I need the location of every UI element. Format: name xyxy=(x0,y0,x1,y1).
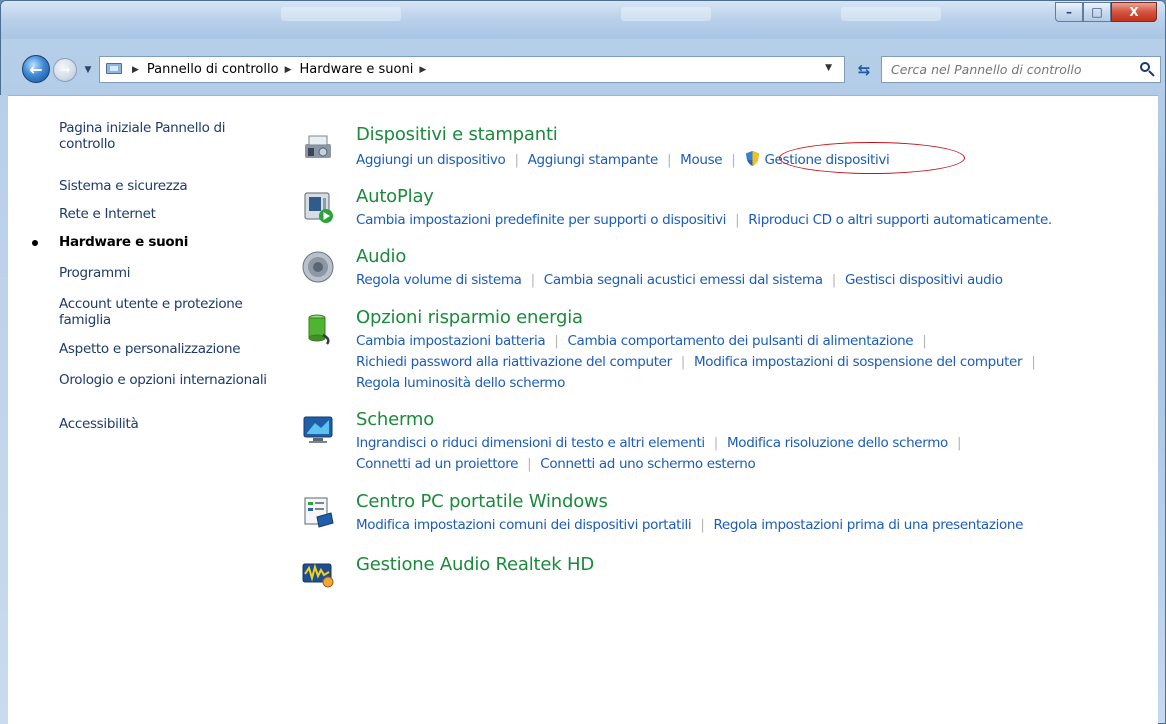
close-button[interactable]: X xyxy=(1111,2,1157,22)
breadcrumb-separator[interactable]: ▶ xyxy=(285,65,292,75)
group-title-audio[interactable]: Audio xyxy=(356,246,406,267)
group-title-devices[interactable]: Dispositivi e stampanti xyxy=(356,124,558,145)
back-arrow-icon: ← xyxy=(29,59,43,79)
link-separator: | xyxy=(713,435,719,451)
link-separator: | xyxy=(527,456,532,472)
link-separator: | xyxy=(831,272,837,288)
breadcrumb-control-panel[interactable]: Pannello di controllo xyxy=(147,62,279,77)
link-audio-devices[interactable]: Gestisci dispositivi audio xyxy=(845,272,1003,288)
link-separator: | xyxy=(666,152,672,168)
battery-icon xyxy=(308,314,330,345)
window-controls: – □ X xyxy=(1055,2,1157,22)
navigation-bar: ← → ▼ ▶ Pannello di controllo ▶ Hardware… xyxy=(1,53,1165,87)
main-panel: Dispositivi e stampanti Aggiungi un disp… xyxy=(283,96,1158,724)
link-separator: | xyxy=(530,272,536,288)
sidebar-item-programs[interactable]: Programmi xyxy=(59,265,269,281)
forward-button[interactable]: → xyxy=(53,58,77,82)
link-screen-brightness[interactable]: Regola luminosità dello schermo xyxy=(356,375,565,391)
link-line: Connetti ad un proiettore | Connetti ad un… xyxy=(356,456,756,472)
link-presentation-settings[interactable]: Regola impostazioni prima di una present… xyxy=(713,517,1023,533)
mobility-center-icon xyxy=(304,497,334,528)
group-title-power[interactable]: Opzioni risparmio energia xyxy=(356,307,583,328)
breadcrumb-hardware-sound[interactable]: Hardware e suoni xyxy=(299,62,413,77)
address-bar[interactable]: ▶ Pannello di controllo ▶ Hardware e suo… xyxy=(99,56,845,83)
search-box[interactable] xyxy=(881,56,1161,83)
highlight-circle xyxy=(779,142,965,174)
breadcrumb-separator[interactable]: ▶ xyxy=(419,65,426,75)
autoplay-icon xyxy=(304,192,333,223)
left-border xyxy=(0,95,8,724)
breadcrumb-separator[interactable]: ▶ xyxy=(132,65,139,75)
link-line: Regola luminosità dello schermo xyxy=(356,375,565,391)
link-power-buttons[interactable]: Cambia comportamento dei pulsanti di ali… xyxy=(567,333,913,349)
refresh-icon: ⇆ xyxy=(857,61,871,79)
sidebar-item-home[interactable]: Pagina iniziale Pannello di controllo xyxy=(59,120,269,152)
sidebar-item-accessibility[interactable]: Accessibilità xyxy=(59,416,269,432)
sidebar-item-system-security[interactable]: Sistema e sicurezza xyxy=(59,178,269,194)
link-screen-resolution[interactable]: Modifica risoluzione dello schermo xyxy=(727,435,948,451)
link-separator: | xyxy=(1031,354,1036,370)
control-panel-icon xyxy=(106,62,126,78)
uac-shield-icon xyxy=(746,151,760,166)
link-line: Ingrandisci o riduci dimensioni di testo… xyxy=(356,435,970,451)
link-autoplay-cd[interactable]: Riproduci CD o altri supporti automatica… xyxy=(748,212,1052,228)
display-icon xyxy=(303,416,333,443)
recent-pages-dropdown[interactable]: ▼ xyxy=(81,61,95,79)
title-bar-reflection xyxy=(841,7,941,21)
link-sleep-settings[interactable]: Modifica impostazioni di sospensione del… xyxy=(694,354,1023,370)
sidebar-item-appearance[interactable]: Aspetto e personalizzazione xyxy=(59,341,269,357)
link-separator: | xyxy=(514,152,519,168)
link-separator: | xyxy=(922,333,927,349)
link-add-printer[interactable]: Aggiungi stampante xyxy=(528,152,659,168)
back-button[interactable]: ← xyxy=(22,55,50,83)
speaker-icon xyxy=(302,251,334,283)
link-add-device[interactable]: Aggiungi un dispositivo xyxy=(356,152,506,168)
content-pane: Pagina iniziale Pannello di controllo Si… xyxy=(8,95,1158,724)
sidebar: Pagina iniziale Pannello di controllo Si… xyxy=(8,96,278,724)
active-bullet-icon xyxy=(32,240,38,246)
sidebar-item-clock-region[interactable]: Orologio e opzioni internazionali xyxy=(59,372,269,388)
title-bar-reflection xyxy=(281,7,401,21)
minimize-button[interactable]: – xyxy=(1055,2,1083,22)
title-bar[interactable]: – □ X xyxy=(1,1,1165,39)
link-separator: | xyxy=(554,333,559,349)
link-system-volume[interactable]: Regola volume di sistema xyxy=(356,272,522,288)
link-line: Cambia impostazioni predefinite per supp… xyxy=(356,212,1052,228)
sidebar-item-network[interactable]: Rete e Internet xyxy=(59,206,269,222)
group-title-autoplay[interactable]: AutoPlay xyxy=(356,186,434,207)
link-mouse[interactable]: Mouse xyxy=(680,152,722,168)
group-title-display[interactable]: Schermo xyxy=(356,409,434,430)
realtek-audio-icon xyxy=(302,563,334,588)
title-bar-reflection xyxy=(621,7,711,21)
refresh-button[interactable]: ⇆ xyxy=(851,57,877,83)
chevron-down-icon: ▼ xyxy=(84,65,92,75)
forward-arrow-icon: → xyxy=(59,62,71,78)
link-separator: | xyxy=(731,152,736,168)
link-connect-projector[interactable]: Connetti ad un proiettore xyxy=(356,456,518,472)
devices-printers-icon xyxy=(305,135,331,158)
link-separator: | xyxy=(956,435,962,451)
search-icon[interactable] xyxy=(1138,61,1156,79)
link-line: Modifica impostazioni comuni dei disposi… xyxy=(356,517,1023,533)
link-separator: | xyxy=(680,354,686,370)
address-dropdown-icon[interactable]: ▼ xyxy=(825,63,832,73)
sidebar-item-hardware-sound[interactable]: Hardware e suoni xyxy=(59,234,269,250)
link-external-display[interactable]: Connetti ad uno schermo esterno xyxy=(540,456,755,472)
link-separator: | xyxy=(735,212,740,228)
link-line: Richiedi password alla riattivazione del… xyxy=(356,354,1044,370)
link-line: Cambia impostazioni batteria | Cambia comp… xyxy=(356,333,935,349)
group-title-realtek[interactable]: Gestione Audio Realtek HD xyxy=(356,554,594,575)
link-wakeup-password[interactable]: Richiedi password alla riattivazione del… xyxy=(356,354,672,370)
maximize-button[interactable]: □ xyxy=(1083,2,1111,22)
link-separator: | xyxy=(700,517,705,533)
link-autoplay-defaults[interactable]: Cambia impostazioni predefinite per supp… xyxy=(356,212,726,228)
link-mobility-settings[interactable]: Modifica impostazioni comuni dei disposi… xyxy=(356,517,692,533)
link-line: Regola volume di sistema | Cambia segnali … xyxy=(356,272,1003,288)
link-text-size[interactable]: Ingrandisci o riduci dimensioni di testo… xyxy=(356,435,705,451)
group-title-mobility[interactable]: Centro PC portatile Windows xyxy=(356,491,608,512)
sidebar-item-user-accounts[interactable]: Account utente e protezione famiglia xyxy=(59,296,269,328)
link-system-sounds[interactable]: Cambia segnali acustici emessi dal siste… xyxy=(544,272,823,288)
search-input[interactable] xyxy=(891,62,1131,77)
link-battery-settings[interactable]: Cambia impostazioni batteria xyxy=(356,333,546,349)
